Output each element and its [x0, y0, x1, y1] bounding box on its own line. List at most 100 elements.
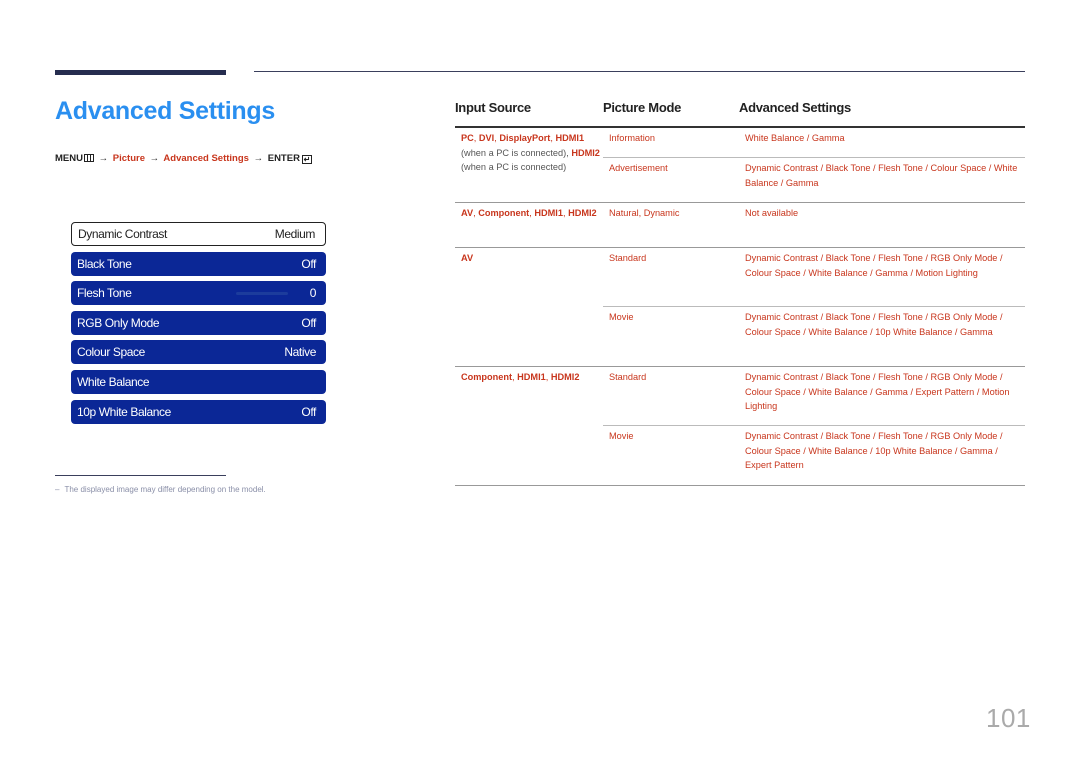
input-source-text: (when a PC is connected): [461, 162, 567, 173]
input-source-text[interactable]: AV: [461, 208, 473, 218]
osd-item-value-wrap: Native: [284, 345, 316, 359]
table-row: Movie Dynamic Contrast / Black Tone / Fle…: [603, 426, 1025, 485]
input-source-cell: PC, DVI, DisplayPort, HDMI1 (when a PC i…: [455, 128, 603, 202]
input-source-text[interactable]: HDMI1: [555, 133, 584, 143]
settings-table: Input Source Picture Mode Advanced Setti…: [455, 100, 1025, 486]
picture-mode-cell[interactable]: Standard: [603, 248, 739, 306]
advanced-settings-cell[interactable]: Dynamic Contrast / Black Tone / Flesh To…: [739, 248, 1025, 306]
input-source-text[interactable]: Component: [461, 372, 512, 382]
arrow-icon: →: [149, 153, 160, 164]
picture-mode-cell[interactable]: Standard: [603, 367, 739, 425]
footnote-dash: –: [55, 485, 60, 494]
nav-advanced-settings-link[interactable]: Advanced Settings: [163, 153, 249, 164]
advanced-settings-cell[interactable]: Dynamic Contrast / Black Tone / Flesh To…: [739, 158, 1025, 202]
input-source-text[interactable]: HDMI1: [517, 372, 546, 382]
footnote-text: The displayed image may differ depending…: [64, 485, 266, 494]
advanced-settings-cell[interactable]: Dynamic Contrast / Black Tone / Flesh To…: [739, 367, 1025, 425]
header-accent-bar: [55, 70, 226, 75]
osd-item-dynamic-contrast[interactable]: Dynamic Contrast Medium: [71, 222, 326, 246]
arrow-icon: →: [253, 153, 264, 164]
input-source-text[interactable]: HDMI1: [534, 208, 563, 218]
osd-item-value: Native: [284, 345, 316, 360]
osd-item-value: Off: [301, 404, 316, 419]
input-source-text[interactable]: Component: [478, 208, 529, 218]
picture-mode-cell[interactable]: Natural, Dynamic: [603, 203, 739, 247]
input-source-cell: AV: [455, 248, 603, 366]
osd-item-label: White Balance: [77, 374, 150, 389]
advanced-settings-cell[interactable]: White Balance / Gamma: [739, 128, 1025, 157]
osd-item-value-wrap: Medium: [274, 227, 316, 241]
input-source-cell: Component, HDMI1, HDMI2: [455, 367, 603, 485]
osd-item-value: Medium: [274, 227, 316, 241]
table-row: Movie Dynamic Contrast / Black Tone / Fle…: [603, 307, 1025, 366]
input-source-text[interactable]: DisplayPort: [499, 133, 550, 143]
table-row: Standard Dynamic Contrast / Black Tone / …: [603, 367, 1025, 426]
osd-item-label: Black Tone: [77, 256, 132, 271]
table-body: PC, DVI, DisplayPort, HDMI1 (when a PC i…: [455, 128, 1025, 486]
picture-modes: Information White Balance / Gamma Advertis…: [603, 128, 1025, 202]
osd-item-white-balance[interactable]: White Balance: [71, 369, 326, 394]
picture-modes: Natural, Dynamic Not available: [603, 203, 1025, 247]
osd-item-value-wrap: Off: [301, 316, 316, 330]
osd-item-rgb-only-mode[interactable]: RGB Only Mode Off: [71, 310, 326, 335]
advanced-settings-cell: Not available: [745, 208, 799, 218]
header-picture-mode: Picture Mode: [603, 100, 682, 115]
osd-item-value: Off: [301, 315, 316, 330]
osd-item-label: Flesh Tone: [77, 286, 132, 301]
osd-menu: Dynamic Contrast Medium Black Tone Off Flesh…: [71, 222, 326, 429]
osd-item-label: Dynamic Contrast: [78, 227, 167, 241]
table-row: Natural, Dynamic Not available: [603, 203, 1025, 247]
header-input-source: Input Source: [455, 100, 531, 115]
advanced-settings-cell[interactable]: Dynamic Contrast / Black Tone / Flesh To…: [739, 307, 1025, 366]
osd-item-value-wrap: 0: [235, 286, 317, 301]
input-source-text[interactable]: HDMI2: [551, 372, 580, 382]
enter-icon: ↵: [301, 155, 312, 164]
osd-item-label: 10p White Balance: [77, 404, 171, 419]
osd-item-10p-white-balance[interactable]: 10p White Balance Off: [71, 399, 326, 424]
footnote-divider: [55, 475, 226, 476]
input-source-text[interactable]: HDMI2: [571, 148, 600, 158]
footnote: – The displayed image may differ dependin…: [55, 485, 266, 494]
osd-item-colour-space[interactable]: Colour Space Native: [71, 340, 326, 365]
input-source-text[interactable]: PC: [461, 133, 474, 143]
input-source-text[interactable]: HDMI2: [568, 208, 597, 218]
input-source-text[interactable]: DVI: [479, 133, 494, 143]
input-source-text[interactable]: AV: [461, 253, 473, 263]
picture-mode-cell[interactable]: Movie: [603, 426, 739, 485]
input-source-text: (when a PC is connected),: [461, 147, 572, 158]
osd-item-value-wrap: Off: [301, 257, 316, 271]
table-group: AV, Component, HDMI1, HDMI2 Natural, Dyna…: [455, 203, 1025, 248]
table-row: Standard Dynamic Contrast / Black Tone / …: [603, 248, 1025, 307]
menu-navigation-path: MENU → Picture → Advanced Settings → ENT…: [55, 153, 312, 164]
page-title: Advanced Settings: [55, 97, 275, 125]
table-header: Input Source Picture Mode Advanced Setti…: [455, 100, 1025, 128]
osd-item-value-wrap: Off: [301, 405, 316, 419]
osd-item-value: Off: [301, 256, 316, 271]
osd-item-label: Colour Space: [77, 345, 145, 360]
table-group: PC, DVI, DisplayPort, HDMI1 (when a PC i…: [455, 128, 1025, 203]
picture-mode-cell[interactable]: Movie: [603, 307, 739, 366]
table-group: AV Standard Dynamic Contrast / Black Tone …: [455, 248, 1025, 367]
advanced-settings-cell[interactable]: Dynamic Contrast / Black Tone / Flesh To…: [739, 426, 1025, 485]
picture-modes: Standard Dynamic Contrast / Black Tone / …: [603, 367, 1025, 485]
picture-mode-cell[interactable]: Advertisement: [603, 158, 739, 202]
menu-icon: [83, 154, 94, 162]
table-row: Information White Balance / Gamma: [603, 128, 1025, 158]
page-number: 101: [986, 703, 1031, 733]
arrow-icon: →: [98, 153, 109, 164]
osd-item-value: 0: [309, 286, 317, 301]
table-group: Component, HDMI1, HDMI2 Standard Dynamic C…: [455, 367, 1025, 486]
menu-label: MENU: [55, 153, 83, 164]
nav-picture-link[interactable]: Picture: [113, 153, 145, 164]
enter-label: ENTER: [267, 153, 300, 164]
osd-item-label: RGB Only Mode: [77, 315, 160, 330]
osd-item-black-tone[interactable]: Black Tone Off: [71, 251, 326, 276]
header-rule: [254, 71, 1025, 72]
osd-item-flesh-tone[interactable]: Flesh Tone 0: [71, 281, 326, 306]
flesh-tone-slider[interactable]: [235, 291, 288, 295]
header-advanced-settings: Advanced Settings: [739, 100, 851, 115]
table-row: Advertisement Dynamic Contrast / Black To…: [603, 158, 1025, 202]
picture-mode-cell[interactable]: Information: [603, 128, 739, 157]
picture-modes: Standard Dynamic Contrast / Black Tone / …: [603, 248, 1025, 366]
input-source-cell: AV, Component, HDMI1, HDMI2: [455, 203, 603, 247]
